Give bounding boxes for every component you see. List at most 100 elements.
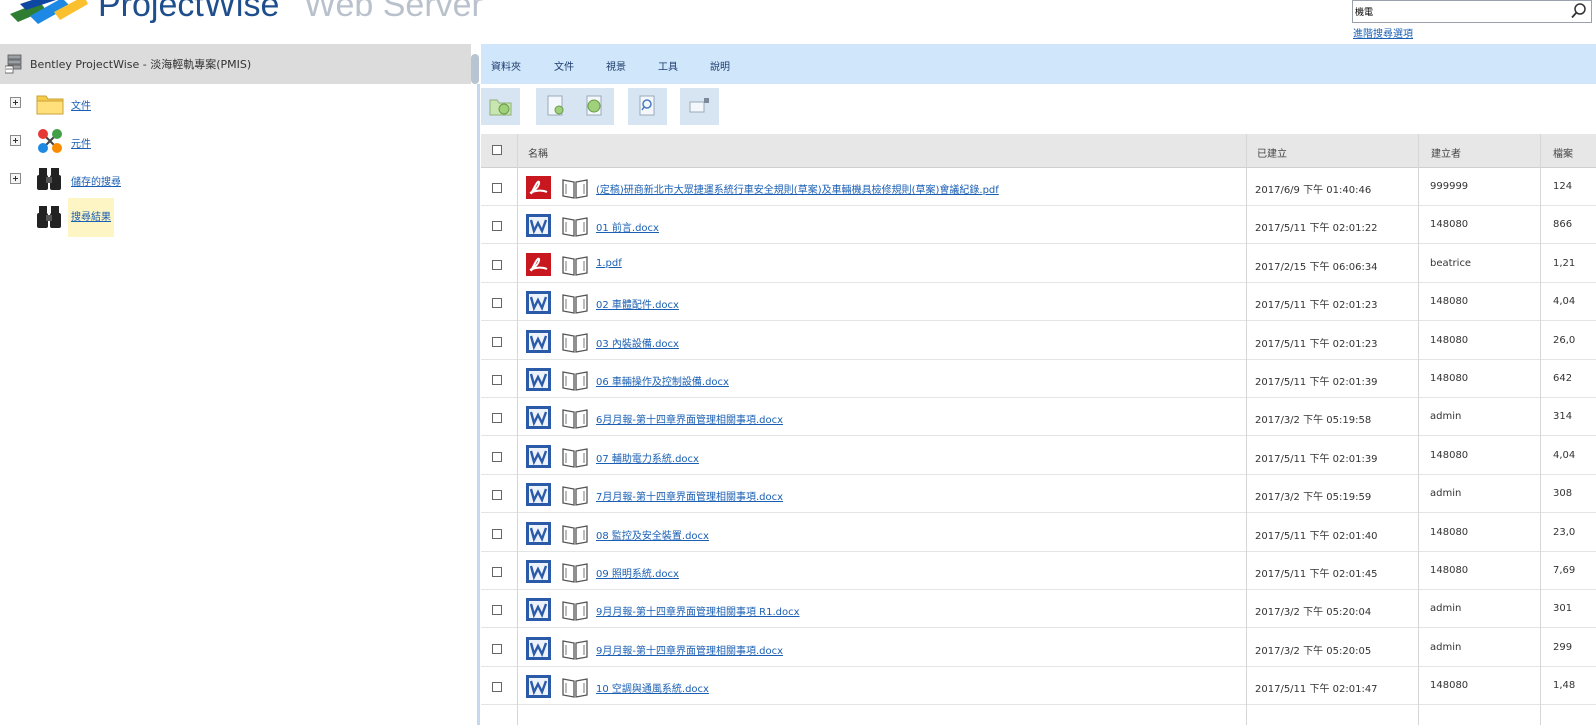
expand-icon[interactable]: [10, 135, 21, 146]
row-checkbox[interactable]: [492, 259, 502, 270]
product-name: ProjectWise: [98, 0, 280, 24]
book-icon: [562, 640, 588, 660]
row-checkbox[interactable]: [492, 605, 502, 616]
search-button[interactable]: [1569, 2, 1589, 21]
book-icon: [562, 678, 588, 698]
tree-label[interactable]: 儲存的搜尋: [68, 171, 124, 190]
document-name-link[interactable]: 01 前言.docx: [596, 219, 659, 234]
column-header-file[interactable]: 檔案: [1553, 145, 1573, 160]
column-divider: [1246, 134, 1247, 725]
document-name-link[interactable]: 6月月報-第十四章界面管理相關事項.docx: [596, 411, 783, 426]
datasource-icon: [5, 54, 22, 74]
file-size: 23,0: [1553, 526, 1576, 538]
table-row[interactable]: 9月月報-第十四章界面管理相關事項 R1.docx 2017/3/2 下午 05:…: [481, 590, 1596, 629]
creator: 148080: [1430, 296, 1469, 308]
table-row[interactable]: 09 照明系統.docx 2017/5/11 下午 02:01:45 148080 7…: [481, 552, 1596, 590]
pane-splitter[interactable]: [471, 44, 481, 725]
expand-icon[interactable]: [10, 97, 21, 108]
table-row[interactable]: 03 內裝設備.docx 2017/5/11 下午 02:01:23 148080 2…: [481, 321, 1596, 360]
row-checkbox[interactable]: [492, 567, 502, 577]
book-icon: [562, 179, 588, 199]
open-camera-button[interactable]: [680, 88, 719, 125]
row-checkbox[interactable]: [492, 221, 502, 232]
table-row[interactable]: 01 前言.docx 2017/5/11 下午 02:01:22 148080 866: [481, 206, 1596, 245]
document-name-link[interactable]: 10 空調與通風系統.docx: [596, 680, 709, 695]
word-icon: [526, 560, 551, 583]
document-grid: 名稱 已建立 建立者 檔案 (定稿)研商新北市大眾捷運系統行車安全規則(草案)及…: [481, 134, 1596, 725]
file-size: 4,04: [1553, 449, 1576, 461]
document-name-link[interactable]: 08 監控及安全裝置.docx: [596, 527, 709, 542]
document-name-link[interactable]: 7月月報-第十四章界面管理相關事項.docx: [596, 488, 783, 503]
menu-bar: 資料夾 文件 視景 工具 說明: [481, 44, 1596, 84]
word-icon: [526, 406, 551, 430]
row-checkbox[interactable]: [492, 643, 502, 654]
select-all-checkbox[interactable]: [492, 145, 502, 155]
table-row[interactable]: 1.pdf 2017/2/15 下午 06:06:34 beatrice 1,21: [481, 244, 1596, 283]
menu-help[interactable]: 說明: [710, 58, 730, 73]
new-folder-button[interactable]: [481, 88, 520, 125]
tree-node-documents[interactable]: 文件: [0, 84, 470, 122]
word-icon: [526, 291, 551, 315]
tree-node-saved-searches[interactable]: 儲存的搜尋: [0, 160, 470, 198]
tree-label[interactable]: 元件: [68, 133, 94, 152]
splitter-grip[interactable]: [471, 54, 479, 84]
tree-label[interactable]: 文件: [68, 95, 94, 114]
tree-node-components[interactable]: 元件: [0, 122, 470, 160]
menu-document[interactable]: 文件: [554, 58, 574, 73]
menu-tools[interactable]: 工具: [658, 58, 678, 73]
add-document-button[interactable]: [575, 88, 614, 125]
row-checkbox[interactable]: [492, 183, 502, 193]
book-icon: [562, 524, 588, 545]
row-checkbox[interactable]: [492, 490, 502, 501]
book-icon: [562, 371, 588, 391]
column-header-created[interactable]: 已建立: [1257, 145, 1287, 160]
binoculars-icon: [37, 206, 61, 228]
search-document-button[interactable]: [628, 88, 667, 125]
pdf-icon: [526, 252, 551, 276]
menu-folder[interactable]: 資料夾: [491, 58, 521, 73]
document-name-link[interactable]: 06 車輛操作及控制設備.docx: [596, 373, 729, 388]
datasource-header: Bentley ProjectWise - 淡海輕軌專案(PMIS): [0, 44, 478, 84]
table-row[interactable]: 06 車輛操作及控制設備.docx 2017/5/11 下午 02:01:39 14…: [481, 360, 1596, 398]
table-row[interactable]: 9月月報-第十四章界面管理相關事項.docx 2017/3/2 下午 05:20:…: [481, 628, 1596, 667]
column-header-creator[interactable]: 建立者: [1431, 145, 1461, 160]
document-name-link[interactable]: 9月月報-第十四章界面管理相關事項 R1.docx: [596, 603, 800, 618]
table-row[interactable]: 10 空調與通風系統.docx 2017/5/11 下午 02:01:47 1480…: [481, 667, 1596, 706]
file-size: 301: [1553, 603, 1573, 615]
creator: 148080: [1430, 680, 1469, 692]
document-name-link[interactable]: 1.pdf: [596, 258, 622, 269]
column-header-name[interactable]: 名稱: [528, 145, 548, 160]
table-row[interactable]: 6月月報-第十四章界面管理相關事項.docx 2017/3/2 下午 05:19:…: [481, 398, 1596, 437]
row-checkbox[interactable]: [492, 336, 502, 347]
tree-label[interactable]: 搜尋結果: [68, 198, 114, 237]
created-date: 2017/5/11 下午 02:01:40: [1255, 530, 1378, 542]
table-row[interactable]: (定稿)研商新北市大眾捷運系統行車安全規則(草案)及車輛機具檢修規則(草案)會議…: [481, 168, 1596, 206]
table-row[interactable]: 08 監控及安全裝置.docx 2017/5/11 下午 02:01:40 1480…: [481, 513, 1596, 552]
row-checkbox[interactable]: [492, 298, 502, 309]
search-input[interactable]: [1355, 3, 1555, 20]
document-name-link[interactable]: 9月月報-第十四章界面管理相關事項.docx: [596, 642, 783, 657]
document-name-link[interactable]: (定稿)研商新北市大眾捷運系統行車安全規則(草案)及車輛機具檢修規則(草案)會議…: [596, 181, 999, 196]
new-document-button[interactable]: [536, 88, 575, 125]
expand-icon[interactable]: [10, 173, 21, 184]
table-row[interactable]: 07 輔助電力系統.docx 2017/5/11 下午 02:01:39 14808…: [481, 436, 1596, 475]
row-checkbox[interactable]: [492, 682, 502, 693]
tree-node-search-results[interactable]: 搜尋結果: [0, 198, 470, 237]
document-name-link[interactable]: 09 照明系統.docx: [596, 565, 679, 580]
document-name-link[interactable]: 07 輔助電力系統.docx: [596, 450, 699, 465]
menu-view[interactable]: 視景: [606, 58, 626, 73]
table-row[interactable]: 7月月報-第十四章界面管理相關事項.docx 2017/3/2 下午 05:19:…: [481, 475, 1596, 514]
row-checkbox[interactable]: [492, 451, 502, 462]
advanced-search-link[interactable]: 進階搜尋選項: [1353, 25, 1413, 40]
column-divider: [1540, 134, 1541, 725]
row-checkbox[interactable]: [492, 413, 502, 424]
book-icon: [562, 486, 588, 506]
row-checkbox[interactable]: [492, 375, 502, 385]
file-size: 642: [1553, 373, 1573, 384]
document-name-link[interactable]: 03 內裝設備.docx: [596, 335, 679, 350]
document-name-link[interactable]: 02 車體配件.docx: [596, 296, 679, 311]
table-row[interactable]: 02 車體配件.docx 2017/5/11 下午 02:01:23 148080 4…: [481, 283, 1596, 322]
word-icon: [526, 214, 551, 238]
grid-header: 名稱 已建立 建立者 檔案: [481, 134, 1596, 168]
row-checkbox[interactable]: [492, 528, 502, 539]
